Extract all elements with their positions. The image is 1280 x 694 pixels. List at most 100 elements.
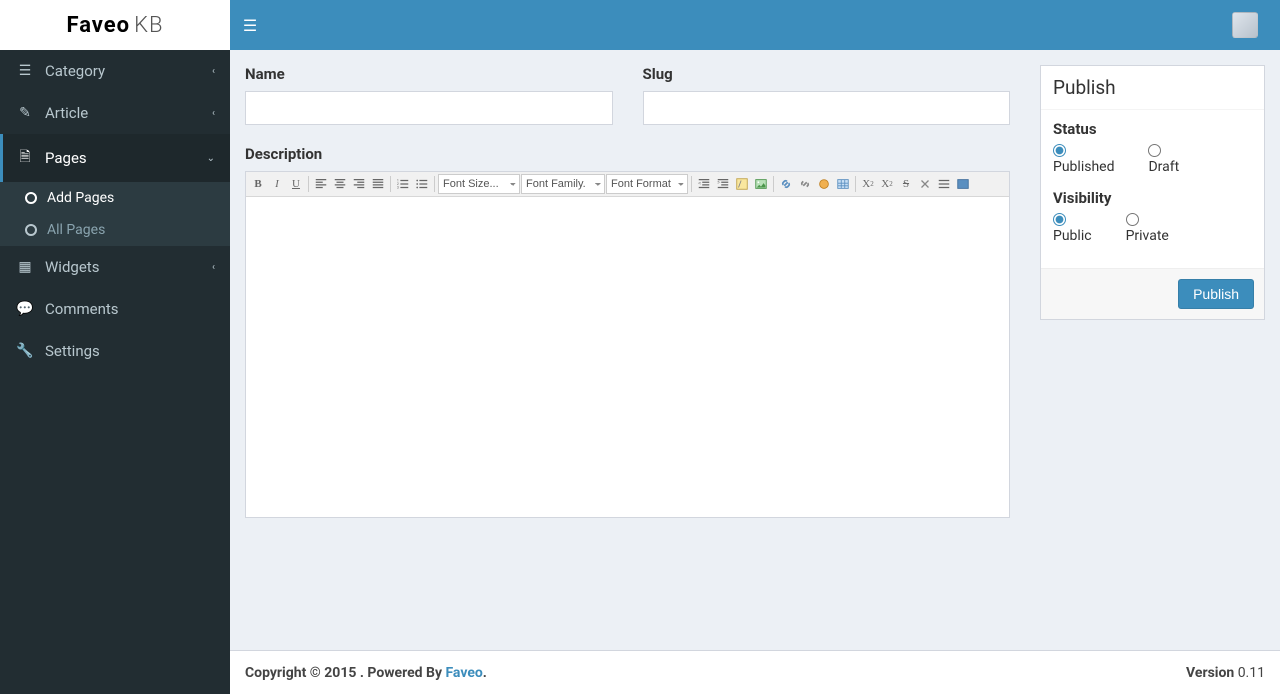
insert-image-button[interactable] xyxy=(752,175,770,193)
status-draft-radio[interactable] xyxy=(1148,144,1161,157)
align-center-button[interactable] xyxy=(331,175,349,193)
link-button[interactable] xyxy=(777,175,795,193)
status-published-radio[interactable] xyxy=(1053,144,1066,157)
rich-text-editor: B I U 123 Font Size... Font Family. xyxy=(245,171,1010,518)
page-form: Name Slug Description B I U xyxy=(245,65,1010,518)
sidebar-subitem-label: All Pages xyxy=(47,222,105,238)
underline-button[interactable]: U xyxy=(287,175,305,193)
sidebar-item-label: Settings xyxy=(45,342,215,360)
sidebar-subitem-label: Add Pages xyxy=(47,190,114,206)
menu-toggle-button[interactable]: ☰ xyxy=(230,0,270,50)
font-size-select[interactable]: Font Size... xyxy=(438,174,520,194)
insert-table-button[interactable] xyxy=(834,175,852,193)
italic-button[interactable]: I xyxy=(268,175,286,193)
bold-button[interactable]: B xyxy=(249,175,267,193)
sidebar-subitem-add-pages[interactable]: Add Pages xyxy=(0,182,230,214)
align-justify-button[interactable] xyxy=(369,175,387,193)
chevron-left-icon: ‹ xyxy=(212,262,215,273)
description-label: Description xyxy=(245,145,1010,163)
chat-icon: 💬 xyxy=(15,301,35,317)
visibility-private-radio[interactable] xyxy=(1126,213,1139,226)
publish-panel: Publish Status Published Draft Visibilit… xyxy=(1040,65,1265,320)
font-family-select[interactable]: Font Family. xyxy=(521,174,605,194)
status-draft-label: Draft xyxy=(1148,159,1179,175)
description-field-group: Description B I U 123 xyxy=(245,145,1010,518)
align-right-button[interactable] xyxy=(350,175,368,193)
sidebar-item-widgets[interactable]: ▦ Widgets ‹ xyxy=(0,246,230,288)
visibility-private-option[interactable]: Private xyxy=(1126,213,1169,244)
publish-button[interactable]: Publish xyxy=(1178,279,1254,309)
slug-input[interactable] xyxy=(643,91,1011,125)
chevron-down-icon: ⌄ xyxy=(207,153,215,164)
status-published-option[interactable]: Published xyxy=(1053,144,1114,175)
hamburger-icon: ☰ xyxy=(243,16,257,35)
version-value: 0.11 xyxy=(1234,665,1265,681)
ordered-list-button[interactable]: 123 xyxy=(394,175,412,193)
strikethrough-button[interactable]: S xyxy=(897,175,915,193)
indent-button[interactable] xyxy=(714,175,732,193)
sidebar-item-label: Article xyxy=(45,104,212,122)
sidebar-item-category[interactable]: ☰ Category ‹ xyxy=(0,50,230,92)
footer: Copyright © 2015 . Powered By Faveo. Ver… xyxy=(230,650,1280,694)
toolbar-separator xyxy=(390,176,391,192)
visibility-public-radio[interactable] xyxy=(1053,213,1066,226)
sidebar-item-pages[interactable]: 🗎 Pages ⌄ xyxy=(0,134,230,182)
svg-text:3: 3 xyxy=(397,185,399,189)
toolbar-separator xyxy=(308,176,309,192)
superscript-button[interactable]: X2 xyxy=(878,175,896,193)
publish-panel-title: Publish xyxy=(1041,66,1264,110)
footer-copyright: Copyright © 2015 . Powered By xyxy=(245,665,445,681)
editor-content-area[interactable] xyxy=(246,197,1009,517)
grid-icon: ▦ xyxy=(15,259,35,275)
visibility-public-label: Public xyxy=(1053,228,1092,244)
slug-field-group: Slug xyxy=(643,65,1011,125)
sidebar-subitem-all-pages[interactable]: All Pages xyxy=(0,214,230,246)
sidebar-item-comments[interactable]: 💬 Comments xyxy=(0,288,230,330)
fullscreen-button[interactable] xyxy=(954,175,972,193)
horizontal-rule-button[interactable] xyxy=(935,175,953,193)
sidebar-item-article[interactable]: ✎ Article ‹ xyxy=(0,92,230,134)
subscript-button[interactable]: X2 xyxy=(859,175,877,193)
slug-label: Slug xyxy=(643,65,1011,83)
circle-icon xyxy=(25,192,37,204)
footer-brand-link[interactable]: Faveo xyxy=(445,665,482,681)
sidebar-item-label: Widgets xyxy=(45,258,212,276)
visibility-label: Visibility xyxy=(1053,189,1252,207)
special-char-button[interactable] xyxy=(815,175,833,193)
chevron-left-icon: ‹ xyxy=(212,108,215,119)
sidebar: ☰ Category ‹ ✎ Article ‹ 🗎 Pages ⌄ Add P… xyxy=(0,50,230,694)
status-draft-option[interactable]: Draft xyxy=(1148,144,1179,175)
user-menu[interactable] xyxy=(1225,0,1265,50)
chevron-left-icon: ‹ xyxy=(212,66,215,77)
sidebar-item-label: Comments xyxy=(45,300,215,318)
pages-submenu: Add Pages All Pages xyxy=(0,182,230,246)
main-content: Name Slug Description B I U xyxy=(230,50,1280,650)
toolbar-separator xyxy=(691,176,692,192)
version-label: Version xyxy=(1186,665,1234,681)
unordered-list-button[interactable] xyxy=(413,175,431,193)
unlink-button[interactable] xyxy=(796,175,814,193)
toolbar-separator xyxy=(773,176,774,192)
edit-html-button[interactable] xyxy=(733,175,751,193)
sidebar-item-settings[interactable]: 🔧 Settings xyxy=(0,330,230,372)
status-published-label: Published xyxy=(1053,159,1114,175)
logo-brand: Faveo xyxy=(66,13,130,38)
editor-toolbar: B I U 123 Font Size... Font Family. xyxy=(246,172,1009,197)
topbar: Faveo KB ☰ xyxy=(0,0,1280,50)
visibility-public-option[interactable]: Public xyxy=(1053,213,1092,244)
visibility-private-label: Private xyxy=(1126,228,1169,244)
avatar-icon xyxy=(1232,12,1258,38)
status-label: Status xyxy=(1053,120,1252,138)
toolbar-separator xyxy=(855,176,856,192)
wrench-icon: 🔧 xyxy=(15,343,35,359)
name-input[interactable] xyxy=(245,91,613,125)
clear-format-button[interactable] xyxy=(916,175,934,193)
file-icon: 🗎 xyxy=(15,146,35,170)
name-field-group: Name xyxy=(245,65,613,125)
app-logo[interactable]: Faveo KB xyxy=(0,0,230,50)
edit-icon: ✎ xyxy=(15,105,35,121)
outdent-button[interactable] xyxy=(695,175,713,193)
align-left-button[interactable] xyxy=(312,175,330,193)
logo-suffix: KB xyxy=(134,13,163,38)
font-format-select[interactable]: Font Format xyxy=(606,174,688,194)
